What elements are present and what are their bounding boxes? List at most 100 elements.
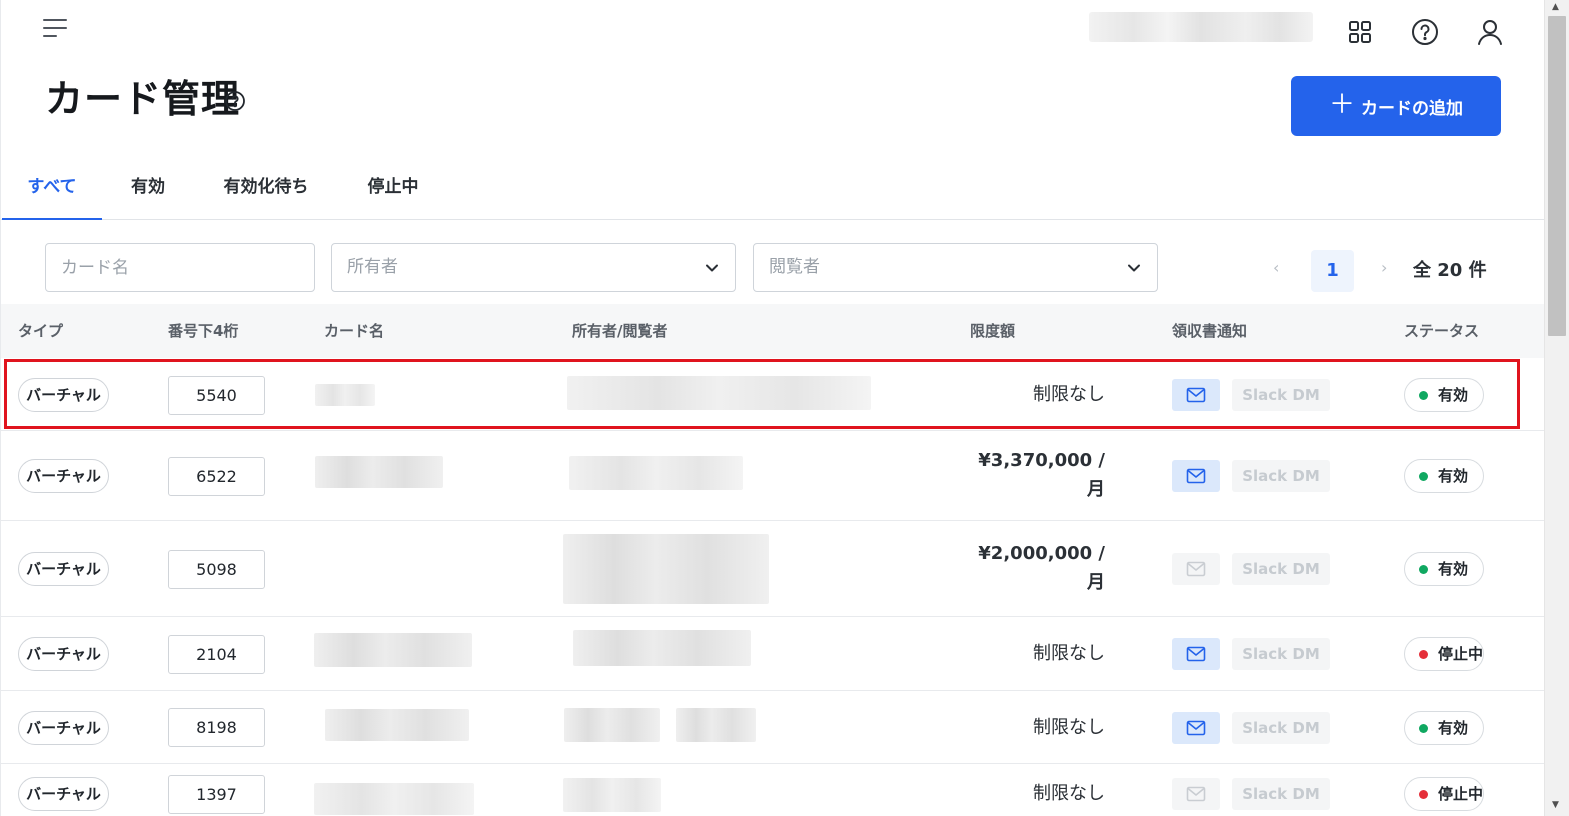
help-button[interactable]	[1409, 16, 1441, 48]
table-row[interactable]: バーチャル 8198 制限なし Slack DM 有効	[1, 691, 1545, 764]
email-notification-toggle[interactable]	[1172, 778, 1220, 810]
card-name-filter	[45, 243, 315, 292]
card-name-redacted	[314, 633, 472, 667]
status-badge: 有効	[1404, 378, 1484, 412]
card-type-badge: バーチャル	[18, 710, 109, 745]
status-dot	[1419, 650, 1428, 659]
mail-icon	[1186, 720, 1206, 735]
scroll-up-arrow-icon[interactable]: ▲	[1552, 2, 1559, 12]
tab-suspended[interactable]: 停止中	[355, 160, 431, 220]
menu-button[interactable]	[39, 14, 75, 44]
pagination-total-count: 全 20 件	[1413, 260, 1487, 281]
card-type-badge: バーチャル	[18, 552, 109, 586]
card-type-badge: バーチャル	[18, 637, 109, 671]
status-tabs: すべて 有効 有効化待ち 停止中	[1, 160, 1545, 220]
help-circle-icon[interactable]	[224, 90, 246, 112]
card-last4: 1397	[168, 774, 265, 814]
card-last4: 5540	[168, 375, 265, 415]
card-name-input[interactable]	[61, 244, 314, 291]
help-circle-icon	[1412, 19, 1438, 45]
col-card-name: カード名	[324, 322, 385, 340]
app-root: カード管理 ＋ カードの追加 すべて 有効 有効化待ち 停止中 所有者 閲覧者 …	[0, 0, 1545, 816]
menu-icon-line	[43, 27, 67, 29]
status-badge: 有効	[1404, 710, 1484, 745]
card-limit-amount: ¥2,000,000 /	[978, 543, 1105, 564]
status-dot	[1419, 723, 1428, 733]
email-notification-toggle[interactable]	[1172, 638, 1220, 670]
table-row[interactable]: バーチャル 5098 ¥2,000,000 / 月 Slack DM 有効	[1, 521, 1545, 617]
tab-active[interactable]: 有効	[119, 160, 177, 220]
col-limit: 限度額	[970, 322, 1016, 340]
slack-dm-toggle[interactable]: Slack DM	[1232, 460, 1330, 492]
owner-viewer-redacted	[567, 376, 871, 410]
pagination-current-page[interactable]: 1	[1311, 250, 1354, 292]
owner-select[interactable]: 所有者	[331, 243, 736, 292]
menu-icon	[43, 19, 67, 21]
mail-icon	[1186, 387, 1206, 403]
status-dot	[1419, 790, 1428, 799]
slack-dm-toggle[interactable]: Slack DM	[1232, 711, 1330, 744]
pagination-prev[interactable]: ‹	[1273, 258, 1279, 277]
email-notification-toggle[interactable]	[1172, 460, 1220, 492]
card-limit-period: 月	[1087, 479, 1105, 500]
scroll-down-arrow-icon[interactable]: ▼	[1552, 800, 1559, 810]
card-name-redacted	[325, 709, 469, 741]
pagination-next[interactable]: ›	[1381, 258, 1387, 277]
status-dot	[1419, 472, 1428, 481]
slack-dm-toggle[interactable]: Slack DM	[1232, 638, 1330, 670]
email-notification-toggle[interactable]	[1172, 553, 1220, 585]
mail-icon	[1186, 646, 1206, 662]
col-last4: 番号下4桁	[168, 322, 239, 340]
card-type-badge: バーチャル	[18, 777, 109, 811]
card-name-redacted	[315, 384, 375, 406]
status-label: 停止中	[1438, 645, 1484, 663]
card-limit: 制限なし	[1033, 716, 1105, 738]
col-type: タイプ	[18, 322, 64, 340]
status-badge: 有効	[1404, 552, 1484, 586]
user-menu-button[interactable]	[1474, 16, 1506, 48]
mail-icon	[1186, 561, 1206, 577]
status-badge: 有効	[1404, 459, 1484, 493]
organization-name-redacted	[1089, 12, 1313, 42]
status-dot	[1419, 391, 1428, 400]
card-last4: 6522	[168, 456, 265, 496]
add-card-label: カードの追加	[1361, 98, 1463, 119]
owner-viewer-redacted	[563, 534, 769, 604]
status-label: 有効	[1438, 386, 1469, 404]
slack-dm-toggle[interactable]: Slack DM	[1232, 553, 1330, 585]
viewer-select[interactable]: 閲覧者	[753, 243, 1158, 292]
col-receipt-notification: 領収書通知	[1172, 322, 1248, 340]
table-row[interactable]: バーチャル 6522 ¥3,370,000 / 月 Slack DM 有効	[1, 431, 1545, 521]
plus-icon: ＋	[1328, 90, 1355, 120]
tab-all[interactable]: すべて	[2, 160, 102, 220]
tab-pending-activation[interactable]: 有効化待ち	[213, 160, 319, 220]
email-notification-toggle[interactable]	[1172, 379, 1220, 411]
status-label: 停止中	[1438, 785, 1484, 803]
owner-viewer-redacted	[563, 778, 661, 812]
card-name-redacted	[314, 783, 474, 815]
owner-viewer-redacted	[569, 456, 743, 490]
card-last4: 8198	[168, 708, 265, 747]
owner-viewer-redacted	[564, 708, 660, 742]
table-row[interactable]: バーチャル 2104 制限なし Slack DM 停止中	[1, 617, 1545, 691]
status-label: 有効	[1438, 560, 1469, 578]
scrollbar-thumb[interactable]	[1548, 16, 1566, 336]
table-header: タイプ 番号下4桁 カード名 所有者/閲覧者 限度額 領収書通知 ステータス	[1, 304, 1545, 358]
table-row[interactable]: バーチャル 1397 制限なし Slack DM 停止中	[1, 764, 1545, 816]
slack-dm-toggle[interactable]: Slack DM	[1232, 379, 1330, 411]
apps-button[interactable]	[1344, 16, 1376, 48]
vertical-scrollbar[interactable]: ▲ ▼	[1544, 0, 1569, 816]
card-limit: ¥2,000,000 / 月	[978, 539, 1105, 597]
col-owner-viewer: 所有者/閲覧者	[572, 322, 668, 340]
add-card-button[interactable]: ＋ カードの追加	[1291, 76, 1501, 136]
table-row[interactable]: バーチャル 5540 制限なし Slack DM 有効	[1, 359, 1545, 431]
col-status: ステータス	[1404, 322, 1480, 340]
status-label: 有効	[1438, 718, 1469, 737]
status-label: 有効	[1438, 467, 1469, 485]
owner-viewer-redacted	[676, 708, 756, 742]
email-notification-toggle[interactable]	[1172, 711, 1220, 744]
chevron-down-icon	[1128, 264, 1140, 272]
card-limit: 制限なし	[1033, 384, 1105, 405]
owner-select-placeholder: 所有者	[347, 257, 398, 277]
slack-dm-toggle[interactable]: Slack DM	[1232, 778, 1330, 810]
